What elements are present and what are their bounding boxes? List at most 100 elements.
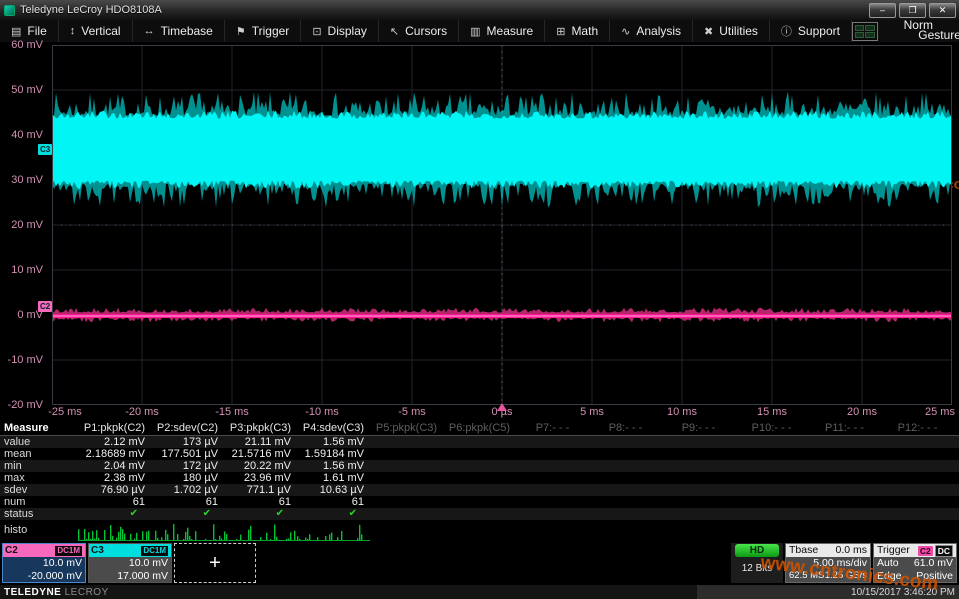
- measure-value: 2.04 mV: [78, 460, 151, 472]
- measure-value: [808, 496, 881, 508]
- status-check-icon: [735, 508, 808, 520]
- add-trace-button[interactable]: +: [174, 543, 256, 583]
- measure-value: 76.90 µV: [78, 484, 151, 496]
- measure-param-header[interactable]: P7:- - -: [516, 421, 589, 436]
- measure-value: [589, 448, 662, 460]
- channel-c2-coupling-badge: DC1M: [54, 545, 83, 557]
- measure-param-header[interactable]: P3:pkpk(C3): [224, 421, 297, 436]
- measure-param-header[interactable]: P11:- - -: [808, 421, 881, 436]
- measure-value: [808, 484, 881, 496]
- channel-c3-coupling-badge: DC1M: [140, 545, 169, 557]
- waveform-canvas: [52, 45, 952, 405]
- measure-row-label: value: [0, 436, 78, 448]
- measure-value: [370, 436, 443, 448]
- channel-c2-label: C2: [5, 545, 18, 556]
- measure-value: [735, 472, 808, 484]
- measure-value: [662, 496, 735, 508]
- measure-param-header[interactable]: P1:pkpk(C2): [78, 421, 151, 436]
- measure-value: [589, 472, 662, 484]
- measure-value: [443, 472, 516, 484]
- measure-param-header[interactable]: P2:sdev(C2): [151, 421, 224, 436]
- x-axis-label: 25 ms: [908, 406, 959, 418]
- measure-header-row: MeasureP1:pkpk(C2)P2:sdev(C2)P3:pkpk(C3)…: [0, 421, 959, 436]
- trigger-label: Trigger: [877, 544, 910, 557]
- measure-param-header[interactable]: P8:- - -: [589, 421, 662, 436]
- brand-teledyne: TELEDYNE: [4, 587, 61, 598]
- measure-value: [662, 436, 735, 448]
- measure-value: [735, 436, 808, 448]
- measure-value: [808, 436, 881, 448]
- measure-value: [443, 436, 516, 448]
- measure-value: [516, 436, 589, 448]
- x-axis-label: -20 ms: [110, 406, 174, 418]
- measure-value: 20.22 mV: [224, 460, 297, 472]
- y-axis-label: 40 mV: [0, 129, 43, 141]
- measure-param-header[interactable]: P12:- - -: [881, 421, 954, 436]
- measure-value: 2.18689 mV: [78, 448, 151, 460]
- histo-row-label: histo: [4, 524, 27, 536]
- measure-param-header[interactable]: P4:sdev(C3): [297, 421, 370, 436]
- measure-value: [589, 496, 662, 508]
- measure-value: [516, 460, 589, 472]
- measure-value: 771.1 µV: [224, 484, 297, 496]
- measure-value: 61: [151, 496, 224, 508]
- measure-value: [370, 484, 443, 496]
- offset-marker-c3[interactable]: C3: [38, 144, 52, 155]
- measure-value: [808, 448, 881, 460]
- measure-row-value: value2.12 mV173 µV21.11 mV1.56 mV: [0, 436, 959, 448]
- channel-c3-vdiv: 10.0 mV: [92, 557, 168, 570]
- trace-c3: [52, 111, 952, 189]
- measure-row-label: num: [0, 496, 78, 508]
- status-check-icon: [662, 508, 735, 520]
- measure-value: [662, 460, 735, 472]
- offset-marker-c2[interactable]: C2: [38, 301, 52, 312]
- trigger-source-badge: C2: [918, 546, 933, 556]
- measure-value: [881, 496, 954, 508]
- measure-value: [662, 484, 735, 496]
- measure-value: [589, 460, 662, 472]
- trigger-time-marker[interactable]: [497, 403, 507, 411]
- status-check-icon: ✔: [297, 508, 370, 520]
- measure-value: 1.61 mV: [297, 472, 370, 484]
- measure-value: [589, 484, 662, 496]
- measure-value: 61: [297, 496, 370, 508]
- measure-value: [589, 436, 662, 448]
- brand-logo: TELEDYNE LECROY: [0, 587, 109, 598]
- measure-value: 173 µV: [151, 436, 224, 448]
- channel-box-c2[interactable]: C2 DC1M 10.0 mV -20.000 mV: [2, 543, 86, 583]
- status-check-icon: [443, 508, 516, 520]
- histogram-sparklines: [78, 521, 374, 542]
- measure-value: [516, 472, 589, 484]
- measure-value: 2.12 mV: [78, 436, 151, 448]
- y-axis-label: 20 mV: [0, 219, 43, 231]
- measure-row-label: status: [0, 508, 78, 520]
- graticule: www.cntronics.com: [52, 45, 952, 405]
- channel-c2-vdiv: 10.0 mV: [6, 557, 82, 570]
- measure-value: [443, 484, 516, 496]
- x-axis-label: -10 ms: [290, 406, 354, 418]
- measure-param-header[interactable]: P10:- - -: [735, 421, 808, 436]
- y-axis-labels: 60 mV50 mV40 mV30 mV20 mV10 mV0 mV-10 mV…: [0, 45, 48, 411]
- measure-row-mean: mean2.18689 mV177.501 µV21.5716 mV1.5918…: [0, 448, 959, 460]
- measure-row-label: mean: [0, 448, 78, 460]
- trigger-level: 61.0 mV: [914, 557, 953, 570]
- measure-row-label: sdev: [0, 484, 78, 496]
- measure-value: [370, 496, 443, 508]
- channel-box-c3[interactable]: C3 DC1M 10.0 mV 17.000 mV: [88, 543, 172, 583]
- measure-value: [881, 436, 954, 448]
- measure-param-header[interactable]: P5:pkpk(C3): [370, 421, 443, 436]
- measure-value: 172 µV: [151, 460, 224, 472]
- measure-param-header[interactable]: P9:- - -: [662, 421, 735, 436]
- measure-value: [443, 460, 516, 472]
- measure-value: [808, 460, 881, 472]
- x-axis-label: 15 ms: [740, 406, 804, 418]
- y-axis-label: 0 mV: [0, 309, 43, 321]
- measure-value: 21.5716 mV: [224, 448, 297, 460]
- brand-lecroy: LECROY: [65, 587, 109, 598]
- measure-value: [881, 460, 954, 472]
- measure-value: [516, 496, 589, 508]
- y-axis-label: 50 mV: [0, 84, 43, 96]
- x-axis-label: -25 ms: [33, 406, 97, 418]
- measure-param-header[interactable]: P6:pkpk(C5): [443, 421, 516, 436]
- x-axis-label: 10 ms: [650, 406, 714, 418]
